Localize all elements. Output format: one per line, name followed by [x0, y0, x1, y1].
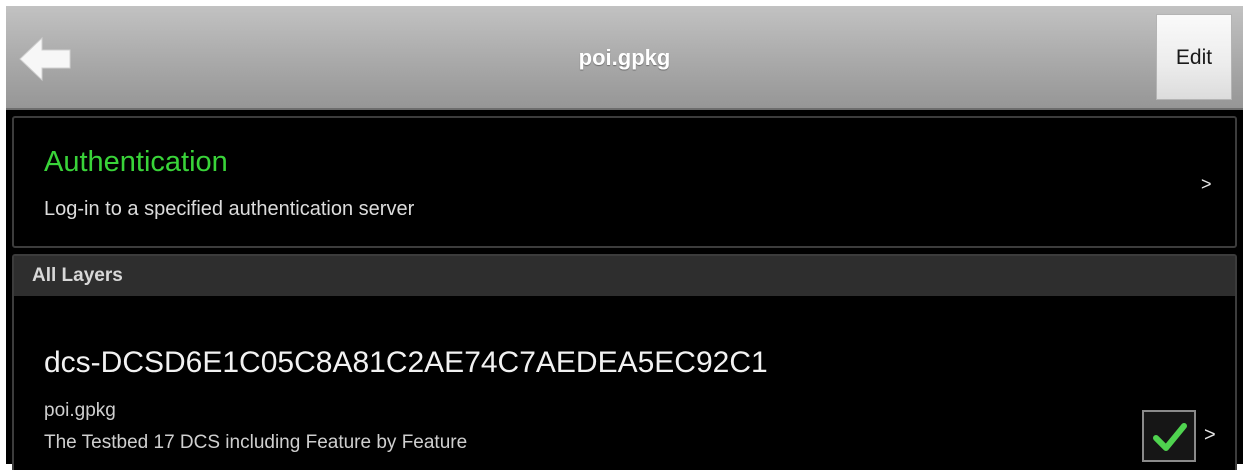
app-window: poi.gpkg Edit Authentication Log-in to a… — [0, 0, 1249, 470]
authentication-row[interactable]: Authentication Log-in to a specified aut… — [12, 116, 1237, 248]
layer-list-item[interactable]: dcs-DCSD6E1C05C8A81C2AE74C7AEDEA5EC92C1 … — [14, 296, 1235, 472]
back-button[interactable] — [18, 34, 78, 84]
chevron-right-icon: > — [1201, 174, 1212, 194]
checkmark-icon — [1153, 423, 1187, 451]
layer-file: poi.gpkg — [44, 400, 116, 421]
section-header-label: All Layers — [32, 265, 123, 286]
layer-description: The Testbed 17 DCS including Feature by … — [44, 432, 468, 453]
edit-button[interactable]: Edit — [1156, 14, 1232, 100]
chevron-right-icon: > — [1204, 424, 1216, 446]
authentication-subtitle: Log-in to a specified authentication ser… — [44, 198, 415, 220]
page-title: poi.gpkg — [578, 45, 671, 70]
layer-visibility-checkbox[interactable] — [1142, 410, 1196, 462]
back-arrow-icon — [19, 36, 71, 82]
title-bar: poi.gpkg Edit — [6, 6, 1243, 110]
layers-section: All Layers dcs-DCSD6E1C05C8A81C2AE74C7AE… — [12, 254, 1237, 470]
authentication-title: Authentication — [44, 146, 228, 178]
layer-name: dcs-DCSD6E1C05C8A81C2AE74C7AEDEA5EC92C1 — [44, 346, 768, 379]
section-header: All Layers — [14, 256, 1235, 296]
